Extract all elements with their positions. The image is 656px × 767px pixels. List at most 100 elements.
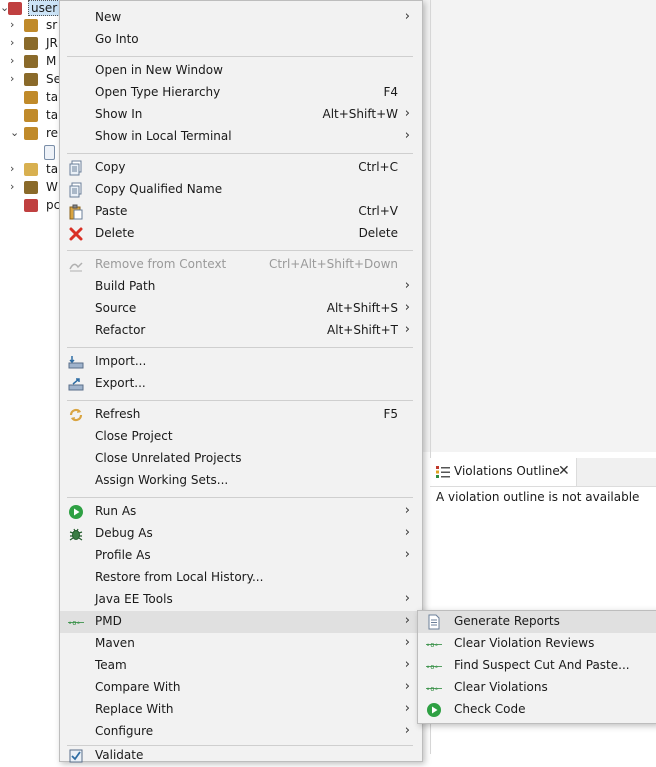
menu-item-close-project[interactable]: Close Project xyxy=(60,426,422,448)
menu-item-refactor[interactable]: Refactor Alt+Shift+T › xyxy=(60,320,422,342)
menu-item-label: Maven xyxy=(95,636,135,650)
menu-item-run-as[interactable]: Run As › xyxy=(60,501,422,523)
tree-item-label: pc xyxy=(46,198,60,212)
submenu-item-generate-reports[interactable]: Generate Reports xyxy=(418,611,656,633)
svg-text:∘o∘: ∘o∘ xyxy=(426,663,439,671)
menu-item-label: Paste xyxy=(95,204,128,218)
menu-separator xyxy=(67,153,413,154)
menu-item-build-path[interactable]: Build Path › xyxy=(60,276,422,298)
shortcut-label: Alt+Shift+S xyxy=(326,301,398,315)
menu-item-assign-working-sets[interactable]: Assign Working Sets... xyxy=(60,470,422,492)
violations-outline-view: A violation outline is not available xyxy=(430,487,656,617)
menu-item-compare-with[interactable]: Compare With › xyxy=(60,677,422,699)
close-icon[interactable]: ✕ xyxy=(558,463,570,479)
menu-item-new[interactable]: New › xyxy=(60,7,422,29)
svg-text:∘o∘: ∘o∘ xyxy=(426,685,439,693)
submenu-item-clear-violations[interactable]: ∘o∘ Clear Violations xyxy=(418,677,656,699)
library-icon xyxy=(24,181,38,194)
menu-item-debug-as[interactable]: Debug As › xyxy=(60,523,422,545)
tree-item-label: JR xyxy=(46,36,58,50)
menu-item-restore-local-history[interactable]: Restore from Local History... xyxy=(60,567,422,589)
menu-item-pmd[interactable]: ∘o∘ PMD › xyxy=(60,611,422,633)
tree-item-label: W xyxy=(46,180,58,194)
chevron-right-icon: › xyxy=(404,128,410,143)
menu-item-source[interactable]: Source Alt+Shift+S › xyxy=(60,298,422,320)
tree-item[interactable]: pc xyxy=(0,197,60,215)
submenu-item-find-suspect-cut-and-paste[interactable]: ∘o∘ Find Suspect Cut And Paste... xyxy=(418,655,656,677)
menu-item-replace-with[interactable]: Replace With › xyxy=(60,699,422,721)
menu-item-label: Copy Qualified Name xyxy=(95,182,223,196)
library-icon xyxy=(24,73,38,86)
menu-item-open-in-new-window[interactable]: Open in New Window xyxy=(60,60,422,82)
tree-item[interactable]: › Se xyxy=(0,71,60,89)
copy-icon xyxy=(69,160,82,176)
report-icon xyxy=(428,614,440,630)
chevron-right-icon[interactable]: › xyxy=(10,180,14,193)
menu-item-show-in-local-terminal[interactable]: Show in Local Terminal › xyxy=(60,126,422,148)
tree-item[interactable] xyxy=(0,143,60,161)
submenu-item-label: Clear Violation Reviews xyxy=(454,636,595,650)
chevron-right-icon: › xyxy=(404,635,410,650)
menu-item-label: Copy xyxy=(95,160,126,174)
shortcut-label: Alt+Shift+T xyxy=(327,323,398,337)
pmd-submenu: Generate Reports ∘o∘ Clear Violation Rev… xyxy=(417,610,656,724)
menu-item-profile-as[interactable]: Profile As › xyxy=(60,545,422,567)
menu-item-configure[interactable]: Configure › xyxy=(60,721,422,743)
menu-item-copy[interactable]: Copy Ctrl+C xyxy=(60,157,422,179)
tree-item[interactable]: ⌄ re xyxy=(0,125,60,143)
menu-item-label: Refactor xyxy=(95,323,146,337)
menu-item-show-in[interactable]: Show In Alt+Shift+W › xyxy=(60,104,422,126)
submenu-item-check-code[interactable]: Check Code xyxy=(418,699,656,721)
menu-item-paste[interactable]: Paste Ctrl+V xyxy=(60,201,422,223)
tree-item[interactable]: › ta xyxy=(0,161,60,179)
pmd-icon: ∘o∘ xyxy=(426,663,442,671)
chevron-right-icon: › xyxy=(404,657,410,672)
submenu-item-label: Generate Reports xyxy=(454,614,560,628)
menu-separator xyxy=(67,400,413,401)
chevron-right-icon[interactable]: › xyxy=(10,54,14,67)
menu-item-go-into[interactable]: Go Into xyxy=(60,29,422,51)
menu-item-java-ee-tools[interactable]: Java EE Tools › xyxy=(60,589,422,611)
menu-separator xyxy=(67,250,413,251)
menu-item-open-type-hierarchy[interactable]: Open Type Hierarchy F4 xyxy=(60,82,422,104)
menu-item-label: Open in New Window xyxy=(95,63,223,77)
package-icon xyxy=(24,109,38,122)
violations-outline-tabbar: Violations Outline ✕ xyxy=(430,458,656,487)
menu-item-close-unrelated-projects[interactable]: Close Unrelated Projects xyxy=(60,448,422,470)
tree-item-user-project[interactable]: ⌄ user xyxy=(0,0,60,18)
menu-item-label: Source xyxy=(95,301,137,315)
chevron-down-icon[interactable]: ⌄ xyxy=(10,126,19,139)
submenu-item-clear-violation-reviews[interactable]: ∘o∘ Clear Violation Reviews xyxy=(418,633,656,655)
tree-item[interactable]: ta xyxy=(0,107,60,125)
chevron-right-icon: › xyxy=(404,547,410,562)
menu-item-label: Configure xyxy=(95,724,154,738)
menu-item-validate[interactable]: Validate xyxy=(60,745,422,767)
tree-item[interactable]: › M xyxy=(0,53,60,71)
folder-icon xyxy=(24,127,38,140)
menu-item-label: Delete xyxy=(95,226,135,240)
menu-item-maven[interactable]: Maven › xyxy=(60,633,422,655)
shortcut-label: Ctrl+C xyxy=(358,160,398,174)
chevron-right-icon[interactable]: › xyxy=(10,18,14,31)
menu-item-delete[interactable]: Delete Delete xyxy=(60,223,422,245)
tree-item-label: re xyxy=(46,126,59,140)
menu-item-team[interactable]: Team › xyxy=(60,655,422,677)
menu-item-export[interactable]: Export... xyxy=(60,373,422,395)
menu-item-refresh[interactable]: Refresh F5 xyxy=(60,404,422,426)
chevron-right-icon[interactable]: › xyxy=(10,162,14,175)
chevron-right-icon: › xyxy=(404,9,410,24)
menu-item-copy-qualified-name[interactable]: Copy Qualified Name xyxy=(60,179,422,201)
tree-item[interactable]: › sr xyxy=(0,17,60,35)
menu-item-import[interactable]: Import... xyxy=(60,351,422,373)
tree-item[interactable]: ta xyxy=(0,89,60,107)
tree-item[interactable]: › W xyxy=(0,179,60,197)
chevron-right-icon[interactable]: › xyxy=(10,72,14,85)
chevron-right-icon[interactable]: › xyxy=(10,36,14,49)
import-icon xyxy=(68,356,84,369)
menu-item-label: Close Unrelated Projects xyxy=(95,451,242,465)
tab-violations-outline[interactable]: Violations Outline ✕ xyxy=(430,458,577,486)
export-icon xyxy=(68,378,84,391)
tree-item[interactable]: › JR xyxy=(0,35,60,53)
context-menu: New › Go Into Open in New Window Open Ty… xyxy=(59,0,423,763)
menu-item-label: Replace With xyxy=(95,702,174,716)
